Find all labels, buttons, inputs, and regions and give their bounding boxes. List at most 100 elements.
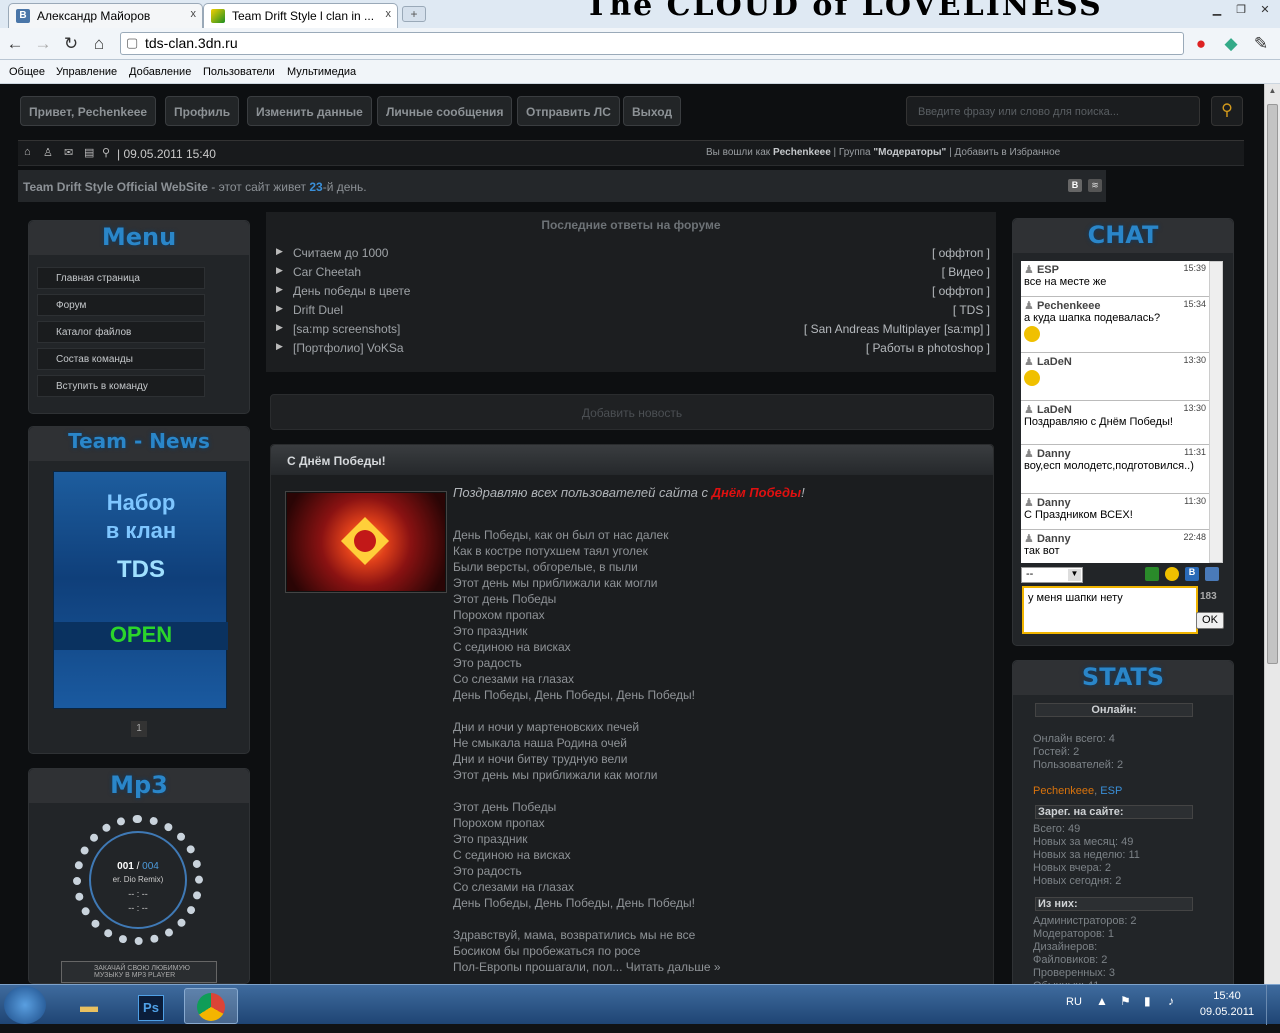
private-messages-button[interactable]: Личные сообщения xyxy=(377,96,513,126)
player-footer[interactable]: ЗАКАЧАЙ СВОЮ ЛЮБИМУЮ МУЗЫКУ В MP3 PLAYER xyxy=(61,961,217,983)
mail-icon[interactable]: ✉ xyxy=(64,146,73,159)
tray-expand-icon[interactable]: ▲ xyxy=(1096,994,1108,1008)
chat-scrollbar[interactable] xyxy=(1209,261,1223,563)
menu-item-forum[interactable]: Форум xyxy=(37,294,205,316)
menu-item-home[interactable]: Главная страница xyxy=(37,267,205,289)
flag-icon[interactable]: ⚑ xyxy=(1120,994,1131,1008)
mp3-panel: Mp3 001 / 004 er. Dio Remix) -- : -- -- … xyxy=(28,768,250,984)
volume-icon[interactable]: ♪ xyxy=(1168,994,1174,1008)
stanza-gap xyxy=(453,911,721,927)
greeting-button[interactable]: Привет, Pechenkeee xyxy=(20,96,157,126)
logout-button[interactable]: Выход xyxy=(623,96,682,126)
forum-section-link[interactable]: [ Работы в photoshop ] xyxy=(866,341,990,355)
search-icon[interactable]: ⚲ xyxy=(102,146,110,159)
forum-section-link[interactable]: [ San Andreas Multiplayer [sa:mp] ] xyxy=(804,322,990,336)
forum-section-link[interactable]: [ оффтоп ] xyxy=(932,246,990,260)
scroll-up-icon[interactable]: ▲ xyxy=(1267,86,1278,98)
online-user-link[interactable]: ESP xyxy=(1100,785,1122,797)
photoshop-icon[interactable]: Ps xyxy=(124,988,178,1024)
chat-ok-button[interactable]: OK xyxy=(1196,612,1224,629)
page-number[interactable]: 1 xyxy=(131,721,147,737)
chat-input[interactable]: у меня шапки нету xyxy=(1022,586,1198,634)
edit-data-button[interactable]: Изменить данные xyxy=(247,96,372,126)
bookmark-general[interactable]: Общее xyxy=(9,66,45,78)
forum-section-link[interactable]: [ TDS ] xyxy=(953,303,990,317)
article-title[interactable]: С Днём Победы! xyxy=(271,445,993,475)
rss-icon[interactable]: ▤ xyxy=(84,146,94,159)
forum-topic-link[interactable]: Считаем до 1000 xyxy=(293,246,388,260)
home-icon[interactable]: ⌂ xyxy=(24,146,31,158)
add-news-button[interactable]: Добавить новость xyxy=(270,394,994,430)
clock-time[interactable]: 15:40 xyxy=(1196,990,1258,1002)
rules-icon[interactable] xyxy=(1205,567,1219,581)
forum-section-link[interactable]: [ Видео ] xyxy=(942,265,990,279)
bookmark-multimedia[interactable]: Мультимедиа xyxy=(287,66,356,78)
send-pm-button[interactable]: Отправить ЛС xyxy=(517,96,620,126)
forum-topic-link[interactable]: [Портфолио] VoKSa xyxy=(293,341,404,355)
poem-line: Как в костре потухшем таял уголек xyxy=(453,544,648,558)
back-icon[interactable]: ← xyxy=(4,33,26,55)
menu-item-join[interactable]: Вступить в команду xyxy=(37,375,205,397)
adblock-icon[interactable]: ● xyxy=(1190,33,1212,55)
bookmark-add[interactable]: Добавление xyxy=(129,66,191,78)
chat-select[interactable]: -- ▼ xyxy=(1021,567,1083,583)
poem-line: Со слезами на глазах xyxy=(453,880,575,894)
reload-icon[interactable]: ↻ xyxy=(60,33,82,55)
smiley-icon[interactable] xyxy=(1165,567,1179,581)
online-user-link[interactable]: Pechenkeee xyxy=(1033,785,1094,797)
new-tab-button[interactable]: + xyxy=(402,6,426,22)
bbcode-icon[interactable]: B xyxy=(1185,567,1199,581)
chat-author[interactable]: Danny xyxy=(1037,448,1071,460)
bookmark-users[interactable]: Пользователи xyxy=(203,66,275,78)
extension-icon[interactable]: ◆ xyxy=(1220,33,1242,55)
user-icon[interactable]: ♙ xyxy=(43,146,53,159)
vk-icon[interactable]: B xyxy=(1068,179,1082,192)
rss-icon[interactable]: ≋ xyxy=(1088,179,1102,192)
language-indicator[interactable]: RU xyxy=(1066,996,1082,1008)
explorer-icon[interactable]: ▬ xyxy=(62,988,116,1024)
forum-topic-link[interactable]: Car Cheetah xyxy=(293,265,361,279)
close-tab-icon[interactable]: x xyxy=(386,8,392,20)
chat-author[interactable]: Danny xyxy=(1037,497,1071,509)
forum-topic-link[interactable]: День победы в цвете xyxy=(293,284,410,298)
search-icon[interactable]: ⚲ xyxy=(1211,96,1243,126)
forum-topic-link[interactable]: Drift Duel xyxy=(293,303,343,317)
wrench-icon[interactable]: ✎ xyxy=(1250,33,1272,55)
start-button-icon[interactable] xyxy=(4,986,46,1024)
scroll-thumb[interactable] xyxy=(1267,104,1278,664)
chat-author[interactable]: LaDeN xyxy=(1037,404,1072,416)
minimize-icon[interactable]: ▁ xyxy=(1206,2,1228,18)
chrome-icon[interactable] xyxy=(184,988,238,1024)
add-favorite-link[interactable]: | Добавить в Избранное xyxy=(949,147,1060,158)
tab-tds[interactable]: Team Drift Style l clan in ... x xyxy=(203,3,398,28)
page-scrollbar[interactable]: ▲ xyxy=(1264,84,1280,984)
forum-topic-link[interactable]: [sa:mp screenshots] xyxy=(293,322,400,336)
login-user[interactable]: Pechenkeee xyxy=(773,147,831,158)
close-tab-icon[interactable]: x xyxy=(191,8,197,20)
user-icon: ♟ xyxy=(1024,533,1034,545)
profile-button[interactable]: Профиль xyxy=(165,96,240,126)
forward-icon[interactable]: → xyxy=(32,33,54,55)
chat-author[interactable]: ESP xyxy=(1037,264,1059,276)
refresh-icon[interactable] xyxy=(1145,567,1159,581)
menu-item-team[interactable]: Состав команды xyxy=(37,348,205,370)
network-icon[interactable]: ▮ xyxy=(1144,994,1151,1008)
tab-vk[interactable]: B Александр Майоров x xyxy=(8,3,203,28)
bookmark-manage[interactable]: Управление xyxy=(56,66,117,78)
address-bar[interactable]: ▢ tds-clan.3dn.ru xyxy=(120,32,1184,55)
chat-author[interactable]: LaDeN xyxy=(1037,356,1072,368)
bullet-icon: ▶ xyxy=(276,303,283,313)
recruit-banner[interactable]: Набор в клан TDS OPEN xyxy=(53,471,228,709)
chat-author[interactable]: Danny xyxy=(1037,533,1071,545)
player-track-info: 001 / 004 xyxy=(117,861,159,872)
menu-item-files[interactable]: Каталог файлов xyxy=(37,321,205,343)
close-window-icon[interactable]: ✕ xyxy=(1254,2,1276,18)
search-input[interactable]: Введите фразу или слово для поиска... xyxy=(906,96,1200,126)
home-icon[interactable]: ⌂ xyxy=(88,33,110,55)
forum-section-link[interactable]: [ оффтоп ] xyxy=(932,284,990,298)
maximize-icon[interactable]: ❐ xyxy=(1230,2,1252,18)
clock-date[interactable]: 09.05.2011 xyxy=(1192,1006,1262,1018)
chat-time: 22:48 xyxy=(1183,532,1206,542)
show-desktop-button[interactable] xyxy=(1266,985,1280,1025)
chat-author[interactable]: Pechenkeee xyxy=(1037,300,1101,312)
